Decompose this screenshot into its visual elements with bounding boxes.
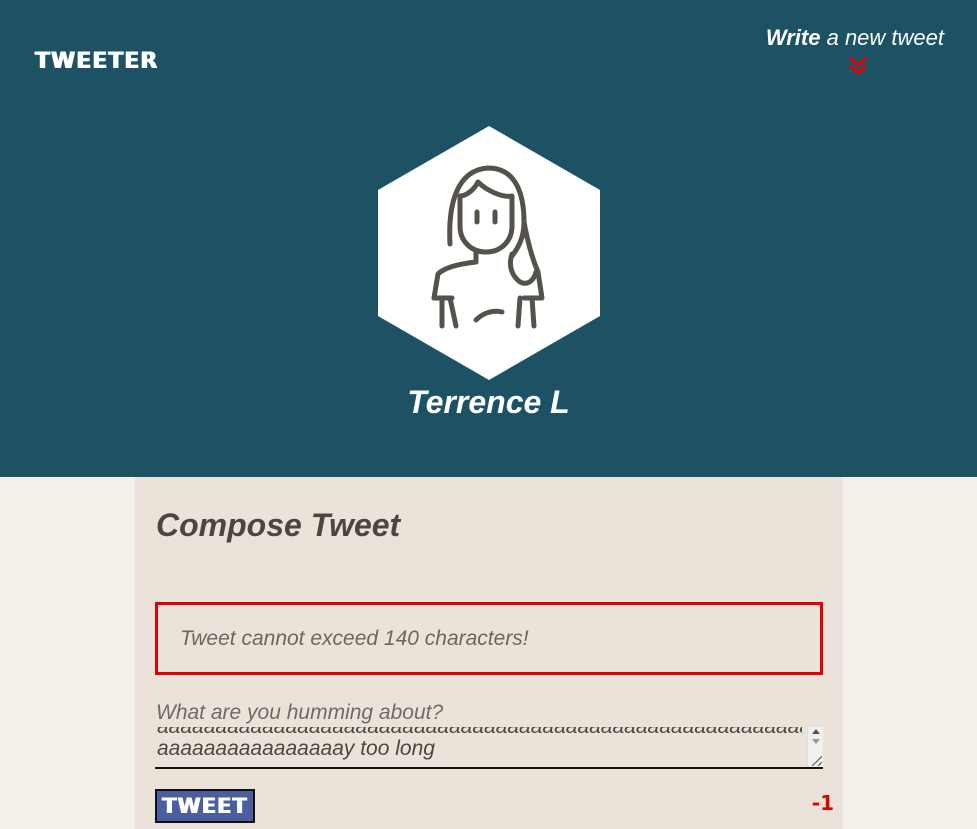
error-message-text: Tweet cannot exceed 140 characters!	[180, 627, 529, 650]
compose-panel: Compose Tweet Tweet cannot exceed 140 ch…	[135, 477, 843, 829]
tweet-input-placeholder: What are you humming about?	[156, 701, 444, 724]
brand-logo[interactable]: TWEETER	[35, 49, 158, 74]
profile-header: TWEETER Write a new tweet Terrence L	[0, 0, 977, 477]
profile-username: Terrence L	[407, 384, 570, 420]
write-link-bold: Write	[765, 25, 821, 50]
scroll-up-arrow-icon[interactable]	[812, 729, 820, 734]
double-chevron-down-icon[interactable]	[847, 55, 869, 77]
character-counter: -1	[811, 791, 834, 815]
tweet-submit-button[interactable]: TWEET	[155, 789, 255, 823]
error-message-box: Tweet cannot exceed 140 characters!	[155, 602, 823, 675]
resize-handle-icon[interactable]	[812, 756, 822, 766]
compose-title: Compose Tweet	[156, 507, 401, 543]
avatar	[378, 126, 600, 380]
tweet-textarea[interactable]: aaaaaaaaaaaaaaaaaaaaaaaaaaaaaaaaaaaaaaaa…	[155, 727, 823, 769]
write-link-rest: a new tweet	[820, 25, 944, 50]
scroll-down-arrow-icon[interactable]	[812, 739, 820, 744]
textarea-current-line: aaaaaaaaaaaaaaaay too long	[157, 737, 435, 760]
write-new-tweet-link[interactable]: Write a new tweet	[766, 25, 944, 51]
